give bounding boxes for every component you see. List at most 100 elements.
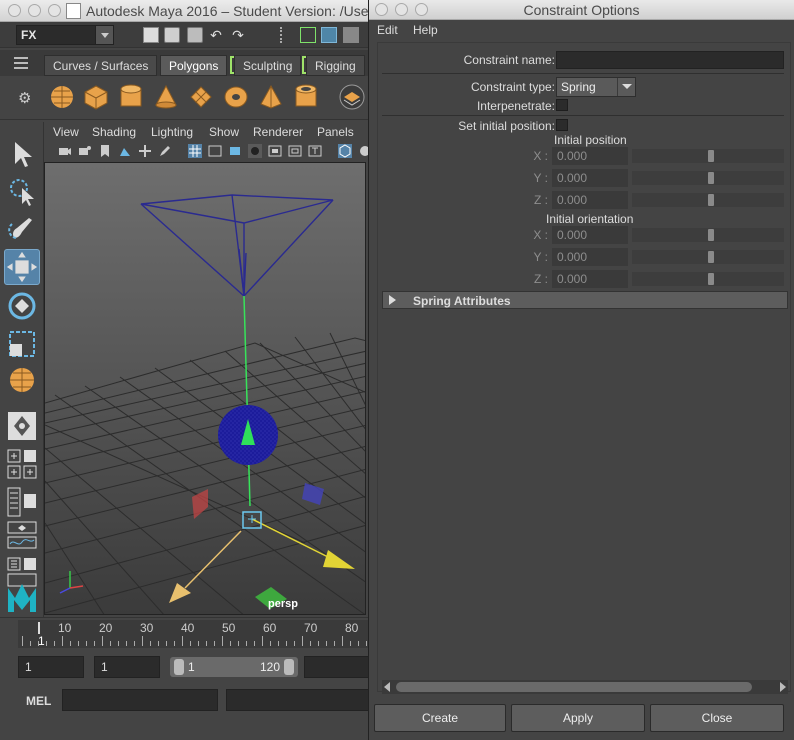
zoom-window-button[interactable] [48, 4, 61, 17]
menu-edit[interactable]: Edit [377, 23, 398, 37]
spring-attributes-frame[interactable]: Spring Attributes [382, 291, 788, 309]
save-scene-icon[interactable] [187, 27, 203, 43]
image-plane-icon[interactable] [118, 144, 132, 158]
resolution-gate-icon[interactable] [228, 144, 242, 158]
range-start-handle[interactable] [174, 659, 184, 675]
rotate-tool-icon[interactable] [4, 288, 40, 324]
manipulator-x-arrow[interactable] [323, 550, 355, 569]
menu-renderer[interactable]: Renderer [253, 125, 303, 139]
select-hierarchy-icon[interactable] [280, 27, 296, 43]
grid-toggle-icon[interactable] [188, 144, 202, 158]
menu-view[interactable]: View [53, 125, 79, 139]
tab-sculpting[interactable]: Sculpting [234, 55, 302, 76]
two-d-pan-zoom-icon[interactable] [138, 144, 152, 158]
create-button[interactable]: Create [374, 704, 506, 732]
redo-icon[interactable]: ↷ [230, 27, 246, 43]
safe-action-icon[interactable] [288, 144, 302, 158]
minimize-window-button[interactable] [28, 4, 41, 17]
viewport-scene[interactable] [45, 163, 366, 615]
open-scene-icon[interactable] [164, 27, 180, 43]
initial-orientation-slider[interactable] [632, 272, 784, 286]
select-object-icon[interactable] [300, 27, 316, 43]
initial-orientation-field[interactable]: 0.000 [552, 248, 628, 266]
gate-mask-icon[interactable] [248, 144, 262, 158]
camera-attributes-icon[interactable] [78, 144, 92, 158]
interpenetrate-checkbox[interactable] [556, 99, 568, 111]
outliner-layout-icon[interactable] [4, 484, 40, 520]
poly-torus-icon[interactable] [222, 83, 250, 111]
poly-cylinder-icon[interactable] [117, 83, 145, 111]
select-by-type-icon[interactable] [343, 27, 359, 43]
shelf-menu-icon[interactable] [14, 57, 28, 71]
poly-pipe-icon[interactable] [292, 83, 320, 111]
initial-orientation-field[interactable]: 0.000 [552, 226, 628, 244]
poly-pyramid-icon[interactable] [257, 83, 285, 111]
poly-sphere-icon[interactable] [48, 83, 76, 111]
current-time-indicator[interactable] [38, 622, 40, 634]
range-end-handle[interactable] [284, 659, 294, 675]
close-window-button[interactable] [8, 4, 21, 17]
start-time-field[interactable]: 1 [18, 656, 84, 678]
initial-position-slider[interactable] [632, 149, 784, 163]
horizontal-scrollbar[interactable] [382, 680, 788, 694]
single-perspective-layout-icon[interactable] [4, 408, 40, 444]
initial-position-field[interactable]: 0.000 [552, 191, 628, 209]
time-slider[interactable]: 10 20 30 40 50 60 70 80 1 [0, 617, 372, 649]
slider-handle[interactable] [708, 229, 714, 241]
select-tool-icon[interactable] [4, 136, 40, 172]
lasso-tool-icon[interactable] [4, 174, 40, 210]
tab-curves-surfaces[interactable]: Curves / Surfaces [44, 55, 158, 76]
apply-button[interactable]: Apply [511, 704, 645, 732]
select-component-icon[interactable] [321, 27, 337, 43]
safe-title-icon[interactable] [308, 144, 322, 158]
perspective-viewport[interactable] [44, 162, 366, 615]
initial-orientation-field[interactable]: 0.000 [552, 270, 628, 288]
camera-icon[interactable] [58, 144, 72, 158]
poly-cone-icon[interactable] [152, 83, 180, 111]
menu-panels[interactable]: Panels [317, 125, 354, 139]
undo-icon[interactable]: ↶ [208, 27, 224, 43]
graph-editor-layout-icon[interactable] [4, 518, 40, 554]
gear-icon[interactable]: ⚙ [18, 91, 32, 106]
tab-polygons[interactable]: Polygons [160, 55, 228, 76]
manipulator-xz-plane[interactable] [302, 483, 324, 505]
bookmark-icon[interactable] [98, 144, 112, 158]
slider-handle[interactable] [708, 194, 714, 206]
scroll-left-icon[interactable] [384, 682, 390, 692]
command-input[interactable] [62, 689, 218, 711]
tab-rigging[interactable]: Rigging [306, 55, 365, 76]
initial-position-field[interactable]: 0.000 [552, 169, 628, 187]
slider-handle[interactable] [708, 251, 714, 263]
film-gate-icon[interactable] [208, 144, 222, 158]
last-tool-sphere-icon[interactable] [4, 362, 40, 398]
set-initial-position-checkbox[interactable] [556, 119, 568, 131]
menu-show[interactable]: Show [209, 125, 239, 139]
slider-handle[interactable] [708, 273, 714, 285]
initial-position-field[interactable]: 0.000 [552, 147, 628, 165]
close-button[interactable]: Close [650, 704, 784, 732]
grease-pencil-icon[interactable] [158, 144, 172, 158]
menu-set-dropdown[interactable]: FX [16, 25, 114, 45]
scrollbar-thumb[interactable] [396, 682, 752, 692]
range-bar[interactable]: 1 120 [170, 657, 298, 677]
command-language-label[interactable]: MEL [26, 694, 51, 708]
initial-position-slider[interactable] [632, 171, 784, 185]
wireframe-shading-icon[interactable] [338, 144, 352, 158]
constraint-type-dropdown[interactable]: Spring [556, 77, 636, 97]
poly-plane-icon[interactable] [187, 83, 215, 111]
playback-start-field[interactable]: 1 [94, 656, 160, 678]
new-scene-icon[interactable] [143, 27, 159, 43]
constraint-name-field[interactable] [556, 51, 784, 69]
four-view-layout-icon[interactable] [4, 446, 40, 482]
initial-orientation-slider[interactable] [632, 228, 784, 242]
menu-shading[interactable]: Shading [92, 125, 136, 139]
combine-icon[interactable] [338, 83, 366, 111]
range-end-field[interactable] [304, 656, 372, 678]
menu-help[interactable]: Help [413, 23, 438, 37]
menu-lighting[interactable]: Lighting [151, 125, 193, 139]
move-tool-button[interactable] [4, 249, 40, 285]
initial-position-slider[interactable] [632, 193, 784, 207]
initial-orientation-slider[interactable] [632, 250, 784, 264]
poly-cube-icon[interactable] [82, 83, 110, 111]
scroll-right-icon[interactable] [780, 682, 786, 692]
